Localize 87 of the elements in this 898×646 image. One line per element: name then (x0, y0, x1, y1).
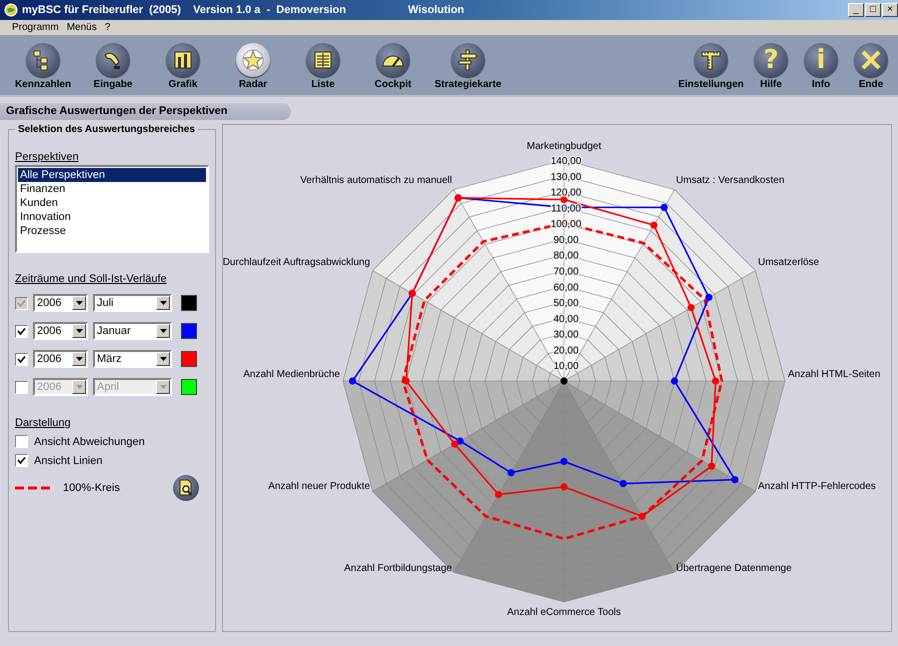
scale-label: 70,00 (553, 266, 579, 278)
list-item[interactable]: Kunden (18, 196, 206, 210)
year-dropdown[interactable]: 2006 (33, 350, 88, 368)
scale-label: 120,00 (550, 188, 582, 199)
checkbox-label: Ansicht Abweichungen (34, 436, 145, 448)
panel-legend: Selektion des Auswertungsbereiches (15, 124, 198, 135)
list-item[interactable]: Alle Perspektiven (18, 168, 206, 182)
axis-label: Anzahl neuer Produkte (268, 481, 370, 492)
scale-label: 40,00 (553, 314, 579, 325)
scale-label: 80,00 (553, 250, 579, 262)
scale-label: 130,00 (550, 172, 582, 183)
group-label: Perspektiven (15, 151, 80, 163)
signpost-icon (456, 48, 480, 72)
list-item[interactable]: Innovation (18, 210, 206, 224)
month-dropdown[interactable]: Januar (93, 322, 172, 340)
toolbar-button[interactable]: ? Hilfe (746, 35, 796, 95)
caret-icon (160, 357, 166, 361)
star-icon (241, 48, 265, 72)
axis-label: Anzahl Fortbildungstage (344, 563, 452, 574)
year-dropdown[interactable]: 2006 (33, 294, 88, 312)
glyph-icon: ? (763, 47, 779, 73)
month-dropdown[interactable]: Juli (93, 294, 172, 312)
axis-label: Marketingbudget (526, 141, 602, 152)
menu-item[interactable]: ? (104, 22, 110, 33)
toolbar-button[interactable]: Ende (846, 35, 896, 95)
close-icon (860, 49, 882, 71)
caret-icon (160, 301, 166, 305)
axis-label: Anzahl HTML-Seiten (788, 369, 880, 380)
window-control[interactable]: □ (865, 3, 881, 17)
scale-label: 140,00 (550, 156, 582, 167)
toolbar-button[interactable]: Kennzahlen (8, 35, 78, 95)
list-item[interactable]: Prozesse (18, 224, 206, 238)
checkbox[interactable] (15, 454, 28, 467)
checkbox[interactable] (15, 324, 28, 338)
scale-label: 90,00 (553, 234, 579, 246)
group-label: Zeiträume und Soll-Ist-Verläufe (15, 273, 168, 285)
caret-icon (160, 385, 166, 389)
caret-icon (76, 385, 82, 389)
glyph-icon: i (816, 47, 826, 73)
document-magnifier-icon (178, 479, 194, 497)
caret-icon (76, 329, 82, 333)
toolbar-button[interactable]: i Info (796, 35, 846, 95)
scale-label: 30,00 (553, 330, 579, 341)
toolbar-button[interactable]: Grafik (148, 35, 218, 95)
bar-chart-icon (172, 49, 194, 71)
toolbar-button[interactable]: Radar (218, 35, 288, 95)
globe-icon (4, 3, 18, 17)
scale-label: 10,00 (553, 361, 579, 372)
window-control[interactable]: _ (848, 3, 864, 17)
color-swatch[interactable] (181, 295, 197, 311)
checkbox[interactable] (15, 435, 28, 448)
checkbox[interactable] (15, 352, 28, 366)
caret-icon (76, 357, 82, 361)
toolbar-button[interactable]: Einstellungen (676, 35, 746, 95)
axis-label: Verhältnis automatisch zu manuell (300, 175, 452, 186)
vendor-name: Wisolution (408, 4, 464, 16)
list-item[interactable]: Finanzen (18, 182, 206, 196)
preview-button[interactable] (173, 475, 199, 501)
axis-label: Anzahl HTTP-Fehlercodes (758, 481, 876, 492)
scale-label: 20,00 (553, 345, 579, 356)
month-dropdown[interactable]: März (93, 350, 172, 368)
scale-label: 60,00 (553, 282, 579, 294)
caret-icon (160, 329, 166, 333)
toolbar-button[interactable]: Strategiekarte (428, 35, 508, 95)
axis-label: Übertragene Datenmenge (676, 563, 792, 574)
section-title: Grafische Auswertungen der Perspektiven (0, 103, 291, 120)
axis-label: Anzahl eCommerce Tools (507, 607, 621, 618)
axis-label: Anzahl Medienbrüche (243, 369, 340, 380)
scale-label: 50,00 (553, 298, 579, 310)
toolbar-button[interactable]: Cockpit (358, 35, 428, 95)
legend-label: 100%-Kreis (63, 482, 120, 494)
checkbox-label: Ansicht Linien (34, 454, 102, 466)
window-title: myBSC für Freiberufler (2005) Version 1.0 a - Demoversion (22, 4, 346, 16)
color-swatch[interactable] (181, 351, 197, 367)
caret-icon (76, 301, 82, 305)
year-dropdown[interactable]: 2006 (33, 322, 88, 340)
window-control[interactable]: × (882, 3, 898, 17)
axis-label: Umsatzerlöse (758, 257, 820, 268)
menu-item[interactable]: Programm (12, 22, 59, 33)
axis-label: Umsatz : Versandkosten (676, 175, 784, 186)
menu-item[interactable]: Menüs (66, 22, 97, 33)
toolbar-button[interactable]: Eingabe (78, 35, 148, 95)
color-swatch[interactable] (181, 323, 197, 339)
list-icon (312, 49, 334, 71)
toolbar-button[interactable]: Liste (288, 35, 358, 95)
axis-label: Durchlaufzeit Auftragsabwicklung (223, 257, 370, 268)
group-label: Darstellung (15, 417, 72, 429)
